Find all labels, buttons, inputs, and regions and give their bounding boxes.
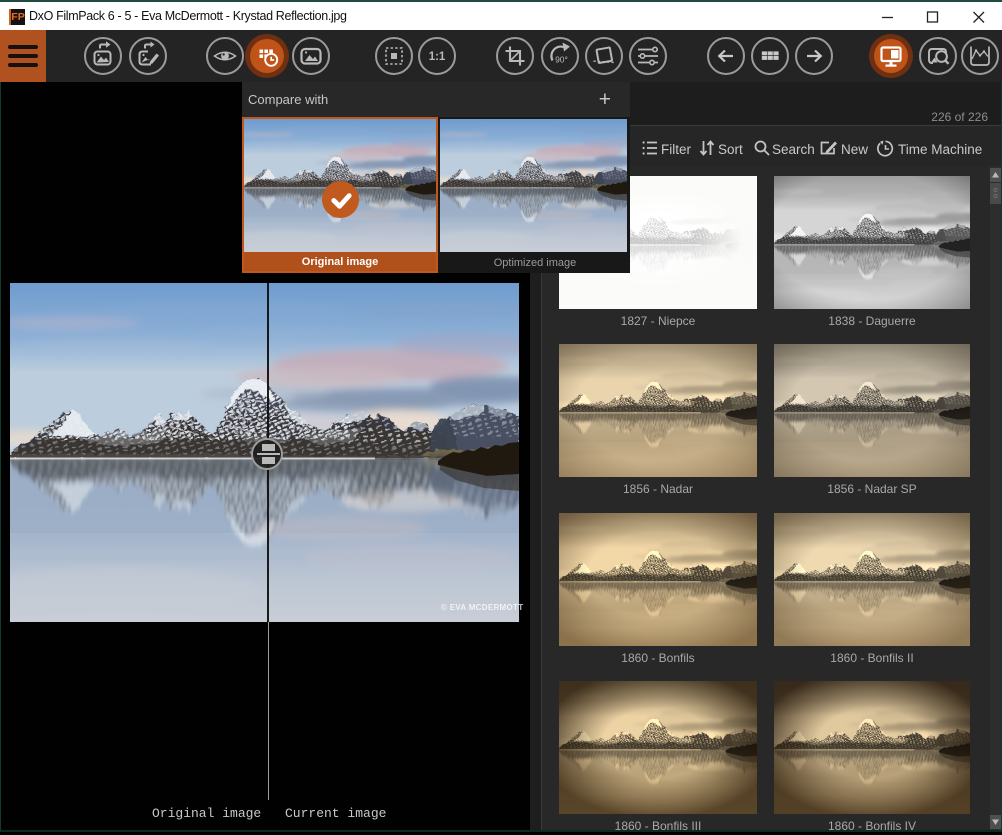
svg-text:90°: 90°	[555, 55, 568, 65]
svg-text:1:1: 1:1	[428, 51, 445, 63]
